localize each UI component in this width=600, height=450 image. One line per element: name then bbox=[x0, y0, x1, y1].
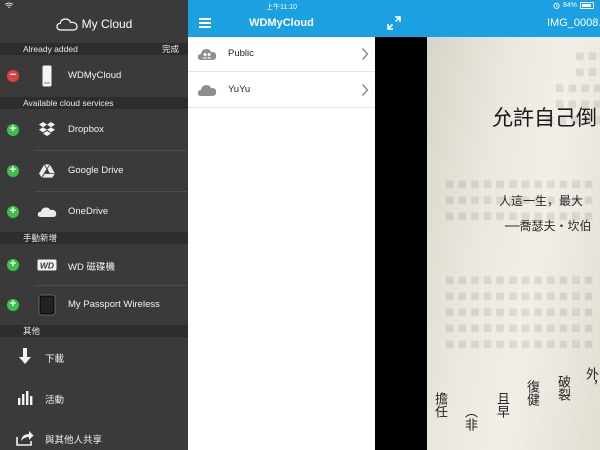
photo-vertical-text: 破裂 bbox=[555, 375, 570, 401]
svg-text:WD: WD bbox=[40, 261, 54, 271]
wifi-icon bbox=[4, 2, 14, 8]
file-browser-header: 上午11:10 WDMyCloud bbox=[188, 0, 375, 37]
manual-wd-drive[interactable]: + WD WD 磁碟機 bbox=[0, 245, 188, 285]
alarm-clock-icon bbox=[553, 2, 560, 9]
file-browser: 上午11:10 WDMyCloud Public YuYu bbox=[188, 0, 375, 450]
device-label: WDMyCloud bbox=[68, 70, 122, 81]
image-viewer: 84% IMG_0008.JPG ■ ■ ■ ■ ■ ■ ■ ■ ■ ■ ■ ■… bbox=[375, 0, 600, 450]
photo-vertical-text: 且早 bbox=[494, 392, 509, 418]
other-item-share[interactable]: 與其他人共享 bbox=[0, 420, 188, 450]
other-item-download[interactable]: 下載 bbox=[0, 339, 188, 375]
other-item-label: 下載 bbox=[45, 354, 65, 365]
shared-cloud-folder-icon bbox=[197, 49, 217, 60]
dropbox-icon bbox=[36, 119, 58, 141]
other-item-activity[interactable]: 活動 bbox=[0, 380, 188, 416]
my-cloud-logo-icon bbox=[56, 18, 78, 31]
photo-attribution-line: ──喬瑟夫・坎伯 bbox=[505, 219, 592, 233]
section-label: Already added bbox=[23, 44, 78, 54]
add-icon[interactable]: + bbox=[7, 206, 19, 218]
photo-heading-text: 允許自己倒 bbox=[492, 106, 597, 130]
add-icon[interactable]: + bbox=[7, 259, 19, 271]
service-label: Dropbox bbox=[68, 124, 104, 135]
folder-row-public[interactable]: Public bbox=[188, 37, 375, 72]
battery-percent: 84% bbox=[562, 2, 577, 9]
expand-icon[interactable] bbox=[387, 16, 401, 30]
passport-drive-icon bbox=[36, 294, 58, 316]
photo-vertical-text: （非 bbox=[462, 405, 477, 431]
photo-vertical-text: 外， bbox=[583, 367, 598, 393]
cloud-folder-icon bbox=[197, 85, 217, 96]
download-icon bbox=[14, 346, 36, 368]
file-browser-title: WDMyCloud bbox=[249, 17, 314, 29]
add-icon[interactable]: + bbox=[7, 124, 19, 136]
section-label: 手動新增 bbox=[23, 233, 58, 243]
service-dropbox[interactable]: + Dropbox bbox=[0, 110, 188, 150]
photo-vertical-text: 擔任 bbox=[432, 392, 447, 418]
section-manual-add: 手動新增 bbox=[0, 232, 188, 244]
photo-preview[interactable]: ■ ■ ■ ■ ■ ■ ■ ■ ■ ■ ■ ■ ■ ■ ■ ■ ■ ■ ■ ■ … bbox=[427, 37, 600, 450]
battery-icon bbox=[580, 2, 594, 9]
image-viewer-header: 84% IMG_0008.JPG bbox=[375, 0, 600, 37]
add-icon[interactable]: + bbox=[7, 299, 19, 311]
section-already-added: Already added 完成 bbox=[0, 43, 188, 55]
service-label: Google Drive bbox=[68, 165, 124, 176]
manual-my-passport-wireless[interactable]: + My Passport Wireless bbox=[0, 286, 188, 326]
chevron-right-icon bbox=[362, 48, 369, 60]
status-time: 上午11:10 bbox=[266, 4, 297, 11]
service-label: OneDrive bbox=[68, 206, 109, 217]
section-available-services: Available cloud services bbox=[0, 97, 188, 109]
section-label: Available cloud services bbox=[23, 98, 114, 108]
section-label: 其他 bbox=[23, 326, 41, 336]
other-item-label: 活動 bbox=[45, 395, 65, 406]
chevron-right-icon bbox=[362, 84, 369, 96]
folder-label: Public bbox=[228, 48, 254, 59]
folder-label: YuYu bbox=[228, 84, 251, 95]
photo-vertical-text: 復健 bbox=[524, 380, 539, 406]
app-title: My Cloud bbox=[81, 17, 133, 31]
activity-icon bbox=[14, 387, 36, 409]
other-item-label: 與其他人共享 bbox=[45, 435, 103, 446]
photo-quote-line: 人這一生，最大 bbox=[499, 194, 584, 208]
cloud-sidebar: My Cloud Already added 完成 − WDMyCloud Av… bbox=[0, 0, 188, 450]
manual-label: WD 磁碟機 bbox=[68, 262, 115, 273]
share-icon bbox=[14, 427, 36, 449]
sidebar-header: My Cloud bbox=[0, 10, 188, 38]
phone-device-icon bbox=[36, 65, 58, 87]
service-google-drive[interactable]: + Google Drive bbox=[0, 151, 188, 191]
image-filename: IMG_0008.JPG bbox=[547, 17, 600, 29]
wd-drive-icon: WD bbox=[36, 254, 58, 276]
onedrive-icon bbox=[36, 201, 58, 223]
remove-icon[interactable]: − bbox=[7, 70, 19, 82]
done-button[interactable]: 完成 bbox=[162, 43, 179, 55]
added-device-wdmycloud[interactable]: − WDMyCloud bbox=[0, 56, 188, 96]
add-icon[interactable]: + bbox=[7, 165, 19, 177]
battery-indicator: 84% bbox=[553, 2, 594, 9]
folder-row-yuyu[interactable]: YuYu bbox=[188, 73, 375, 108]
google-drive-icon bbox=[36, 160, 58, 182]
service-onedrive[interactable]: + OneDrive bbox=[0, 192, 188, 232]
section-other: 其他 bbox=[0, 325, 188, 337]
manual-label: My Passport Wireless bbox=[68, 299, 160, 310]
